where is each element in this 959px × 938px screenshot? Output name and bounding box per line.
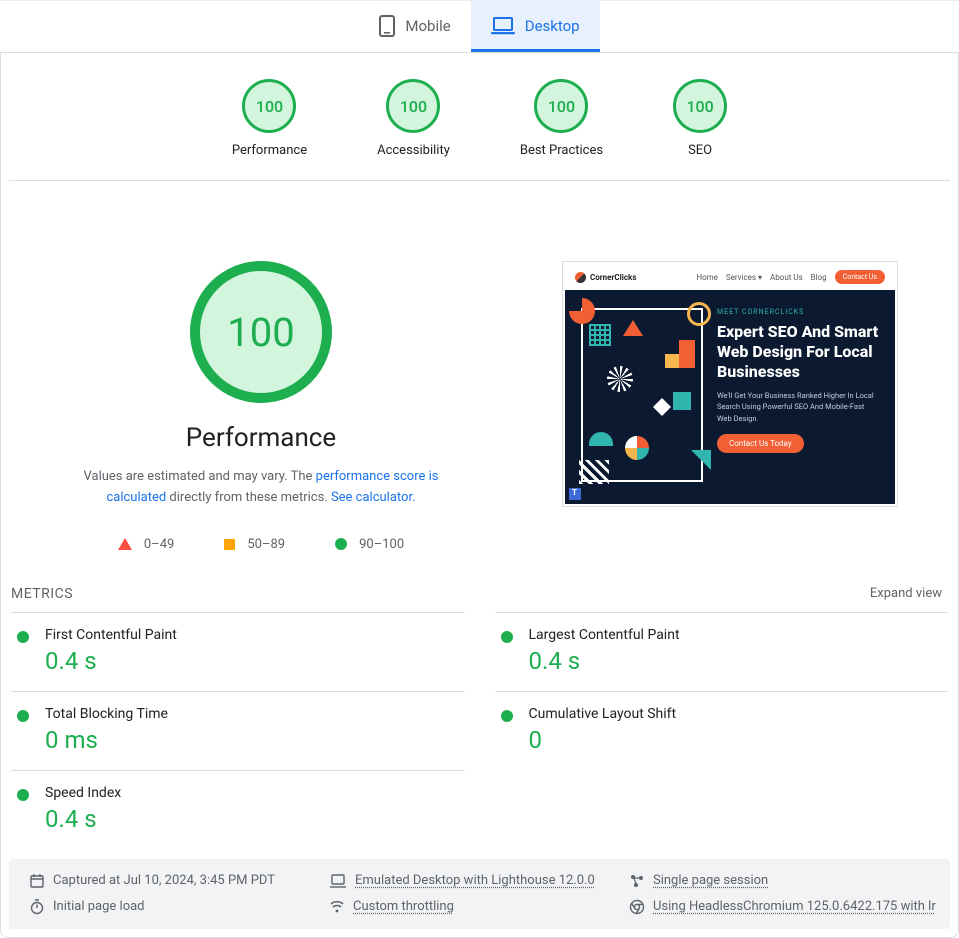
mobile-icon bbox=[379, 15, 395, 37]
thumb-logo: CornerClicks bbox=[575, 272, 636, 283]
gauge-main-performance: 100 bbox=[190, 261, 332, 403]
hero-desc-pre: Values are estimated and may vary. The bbox=[84, 469, 316, 484]
tab-desktop[interactable]: Desktop bbox=[471, 1, 600, 52]
gauge-seo: 100 bbox=[673, 79, 727, 133]
score-legend: 0–49 50–89 90–100 bbox=[118, 537, 404, 552]
tab-mobile-label: Mobile bbox=[405, 17, 450, 35]
thumb-headline: Expert SEO And Smart Web Design For Loca… bbox=[717, 322, 879, 382]
device-tabs: Mobile Desktop bbox=[0, 1, 959, 53]
metric-lcp[interactable]: Largest Contentful Paint 0.4 s bbox=[495, 612, 949, 691]
chrome-icon bbox=[629, 899, 645, 915]
footer-browser[interactable]: Using HeadlessChromium 125.0.6422.175 wi… bbox=[629, 899, 936, 915]
metric-value: 0.4 s bbox=[45, 805, 121, 833]
thumb-nav: Home Services ▾ About Us Blog Contact Us bbox=[696, 270, 885, 284]
square-icon bbox=[224, 539, 235, 550]
metric-label: Largest Contentful Paint bbox=[529, 627, 680, 643]
triangle-icon bbox=[118, 538, 132, 550]
footer-throttling[interactable]: Custom throttling bbox=[329, 899, 629, 915]
thumb-subhead: We'll Get Your Business Ranked Higher In… bbox=[717, 390, 879, 424]
status-dot-icon bbox=[17, 710, 29, 722]
category-performance[interactable]: 100 Performance bbox=[232, 79, 307, 158]
metric-value: 0.4 s bbox=[529, 647, 680, 675]
score-summary: 100 Performance 100 Accessibility 100 Be… bbox=[9, 53, 950, 181]
footer-emulated[interactable]: Emulated Desktop with Lighthouse 12.0.0 bbox=[329, 873, 629, 889]
legend-low: 0–49 bbox=[118, 537, 174, 552]
status-dot-icon bbox=[501, 631, 513, 643]
gauge-accessibility: 100 bbox=[386, 79, 440, 133]
circle-icon bbox=[335, 538, 347, 550]
legend-high: 90–100 bbox=[335, 537, 404, 552]
nodes-icon bbox=[629, 873, 645, 889]
label-best-practices: Best Practices bbox=[520, 143, 603, 158]
thumb-logo-mark-icon bbox=[575, 272, 586, 283]
gauge-performance: 100 bbox=[242, 79, 296, 133]
metric-value: 0 ms bbox=[45, 726, 168, 754]
metric-cls[interactable]: Cumulative Layout Shift 0 bbox=[495, 691, 949, 770]
metrics-heading: METRICS bbox=[11, 586, 73, 602]
hero-title: Performance bbox=[186, 423, 336, 453]
hero-description: Values are estimated and may vary. The p… bbox=[61, 467, 461, 509]
status-dot-icon bbox=[501, 710, 513, 722]
metric-value: 0.4 s bbox=[45, 647, 177, 675]
metric-tbt[interactable]: Total Blocking Time 0 ms bbox=[11, 691, 465, 770]
metric-label: Speed Index bbox=[45, 785, 121, 801]
label-accessibility: Accessibility bbox=[377, 143, 450, 158]
category-seo[interactable]: 100 SEO bbox=[673, 79, 727, 158]
legend-mid: 50–89 bbox=[224, 537, 285, 552]
page-screenshot-thumbnail[interactable]: CornerClicks Home Services ▾ About Us Bl… bbox=[562, 261, 898, 507]
status-dot-icon bbox=[17, 631, 29, 643]
thumb-kicker: MEET CORNERCLICKS bbox=[717, 308, 879, 316]
metric-value: 0 bbox=[529, 726, 677, 754]
thumb-cta-button: Contact Us Today bbox=[717, 434, 804, 453]
link-see-calculator[interactable]: See calculator. bbox=[331, 490, 416, 505]
footer-captured: Captured at Jul 10, 2024, 3:45 PM PDT bbox=[29, 873, 329, 889]
gauge-best-practices: 100 bbox=[534, 79, 588, 133]
thumb-corner-badge-icon bbox=[569, 488, 581, 500]
network-icon bbox=[329, 900, 345, 914]
metric-label: Cumulative Layout Shift bbox=[529, 706, 677, 722]
desktop-icon bbox=[491, 17, 515, 35]
metric-label: Total Blocking Time bbox=[45, 706, 168, 722]
hero-desc-mid: directly from these metrics. bbox=[166, 490, 331, 505]
status-dot-icon bbox=[17, 789, 29, 801]
metric-fcp[interactable]: First Contentful Paint 0.4 s bbox=[11, 612, 465, 691]
label-seo: SEO bbox=[688, 143, 712, 158]
expand-view-toggle[interactable]: Expand view bbox=[870, 586, 942, 601]
thumb-hero-graphic bbox=[581, 308, 703, 482]
footer-load: Initial page load bbox=[29, 899, 329, 915]
stopwatch-icon bbox=[29, 899, 45, 915]
tab-desktop-label: Desktop bbox=[525, 17, 580, 35]
label-performance: Performance bbox=[232, 143, 307, 158]
report-footer: Captured at Jul 10, 2024, 3:45 PM PDT Em… bbox=[9, 859, 950, 929]
metrics-grid: First Contentful Paint 0.4 s Largest Con… bbox=[1, 612, 958, 849]
metric-si[interactable]: Speed Index 0.4 s bbox=[11, 770, 465, 849]
calendar-icon bbox=[29, 873, 45, 889]
category-accessibility[interactable]: 100 Accessibility bbox=[377, 79, 450, 158]
category-best-practices[interactable]: 100 Best Practices bbox=[520, 79, 603, 158]
metric-label: First Contentful Paint bbox=[45, 627, 177, 643]
laptop-icon bbox=[329, 874, 347, 888]
tab-mobile[interactable]: Mobile bbox=[359, 1, 470, 52]
footer-session[interactable]: Single page session bbox=[629, 873, 936, 889]
